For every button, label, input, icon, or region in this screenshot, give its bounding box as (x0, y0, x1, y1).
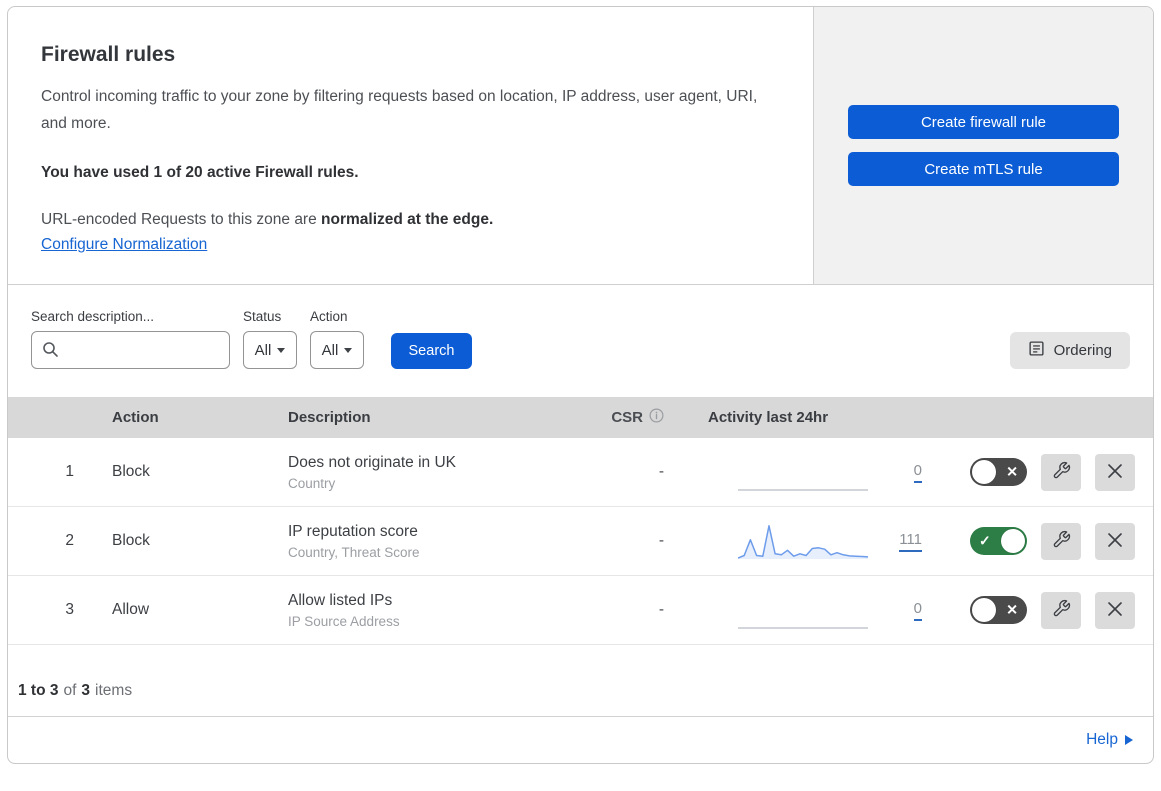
action-label: Action (310, 309, 348, 325)
action-field-group: Action All (310, 309, 364, 370)
actions-panel: Create firewall rule Create mTLS rule (813, 7, 1153, 285)
col-activity: Activity last 24hr (708, 409, 829, 427)
table-row: 2 Block IP reputation score Country, Thr… (8, 507, 1153, 577)
edit-rule-button[interactable] (1041, 453, 1081, 491)
header-section: Firewall rules Control incoming traffic … (8, 7, 1153, 286)
delete-rule-button[interactable] (1095, 453, 1135, 491)
table-row: 1 Block Does not originate in UK Country… (8, 438, 1153, 508)
action-dropdown[interactable]: All (310, 331, 364, 370)
col-action: Action (112, 409, 159, 427)
ordering-list-icon (1028, 340, 1045, 361)
rule-activity-cell: 0 (700, 576, 950, 644)
rule-action: Block (112, 532, 150, 550)
page-description: Control incoming traffic to your zone by… (41, 88, 758, 133)
firewall-rules-table: Action Description CSR Activity last 24h… (8, 397, 1153, 716)
rule-controls: ✓ ✕ (950, 522, 1153, 560)
wrench-icon (1052, 530, 1071, 552)
wrench-icon (1052, 461, 1071, 483)
rule-csr: - (658, 601, 664, 619)
rule-criteria: IP Source Address (288, 613, 400, 629)
rule-controls: ✓ ✕ (950, 453, 1153, 491)
ordering-button[interactable]: Ordering (1009, 332, 1130, 370)
close-icon (1106, 462, 1124, 483)
rule-description-cell: Allow listed IPs IP Source Address (280, 592, 610, 629)
delete-rule-button[interactable] (1095, 522, 1135, 560)
activity-count-link[interactable]: 0 (913, 600, 922, 621)
page-title: Firewall rules (41, 43, 176, 66)
create-mtls-rule-button[interactable]: Create mTLS rule (848, 152, 1119, 187)
filter-bar: Search description... Status All Action … (8, 285, 1153, 398)
help-bar: Help (8, 716, 1153, 763)
items-total: 3 (81, 682, 91, 700)
pagination-summary: 1 to 3 of 3 items (18, 682, 133, 700)
status-dropdown-value: All (254, 341, 272, 359)
rule-action: Block (112, 463, 150, 481)
rule-description: Allow listed IPs (288, 591, 393, 609)
search-button[interactable]: Search (391, 333, 472, 370)
configure-normalization-link[interactable]: Configure Normalization (41, 236, 207, 253)
activity-count-link[interactable]: 111 (899, 531, 922, 552)
col-csr: CSR (610, 408, 700, 427)
wrench-icon (1052, 599, 1071, 621)
rule-description-cell: Does not originate in UK Country (280, 454, 610, 491)
rule-activity-cell: 0 (700, 438, 950, 506)
chevron-down-icon (344, 347, 353, 353)
edit-rule-button[interactable] (1041, 591, 1081, 629)
items-range: 1 to 3 (18, 682, 59, 700)
activity-sparkline (738, 590, 868, 630)
info-icon[interactable] (649, 408, 664, 427)
status-field-group: Status All (243, 309, 297, 370)
rule-controls: ✓ ✕ (950, 591, 1153, 629)
normalization-notice: URL-encoded Requests to this zone are no… (41, 211, 494, 229)
action-dropdown-value: All (321, 341, 339, 359)
toggle-knob (972, 598, 996, 623)
delete-rule-button[interactable] (1095, 591, 1135, 629)
rule-action: Allow (112, 601, 150, 619)
rule-activity-cell: 111 (700, 507, 950, 575)
rule-csr: - (658, 463, 664, 481)
rule-criteria: Country, Threat Score (288, 544, 420, 560)
toggle-knob (1001, 529, 1025, 554)
usage-notice: You have used 1 of 20 active Firewall ru… (41, 164, 359, 182)
toggle-knob (972, 460, 996, 485)
help-link-label: Help (1086, 731, 1118, 749)
status-label: Status (243, 309, 282, 325)
rule-priority: 3 (65, 601, 74, 619)
arrow-right-icon (1125, 735, 1133, 746)
check-icon: ✓ (979, 532, 991, 549)
table-header: Action Description CSR Activity last 24h… (8, 397, 1153, 439)
activity-sparkline (738, 452, 868, 492)
firewall-rules-card: Firewall rules Control incoming traffic … (7, 6, 1154, 765)
table-row: 3 Allow Allow listed IPs IP Source Addre… (8, 576, 1153, 646)
rule-criteria: Country (288, 475, 336, 491)
rule-enabled-toggle[interactable]: ✓ ✕ (970, 458, 1027, 487)
search-field-group: Search description... (31, 309, 230, 370)
rule-description: Does not originate in UK (288, 453, 457, 471)
rule-enabled-toggle[interactable]: ✓ ✕ (970, 596, 1027, 625)
rule-description-cell: IP reputation score Country, Threat Scor… (280, 523, 610, 560)
close-icon (1106, 600, 1124, 621)
rule-priority: 2 (65, 532, 74, 550)
activity-count-link[interactable]: 0 (913, 462, 922, 483)
chevron-down-icon (277, 347, 286, 353)
help-link[interactable]: Help (1086, 731, 1133, 749)
edit-rule-button[interactable] (1041, 522, 1081, 560)
status-dropdown[interactable]: All (243, 331, 297, 370)
search-input[interactable] (31, 331, 230, 370)
rule-priority: 1 (65, 463, 74, 481)
x-icon: ✕ (1006, 463, 1018, 480)
col-description: Description (288, 409, 371, 427)
activity-sparkline (737, 521, 869, 561)
rule-csr: - (658, 532, 664, 550)
rule-enabled-toggle[interactable]: ✓ ✕ (970, 527, 1027, 556)
rule-description: IP reputation score (288, 522, 418, 540)
search-label: Search description... (31, 309, 155, 325)
ordering-button-label: Ordering (1053, 342, 1112, 360)
create-firewall-rule-button[interactable]: Create firewall rule (848, 105, 1119, 140)
x-icon: ✕ (1006, 601, 1018, 618)
header-text-block: Firewall rules Control incoming traffic … (8, 7, 813, 284)
close-icon (1106, 531, 1124, 552)
